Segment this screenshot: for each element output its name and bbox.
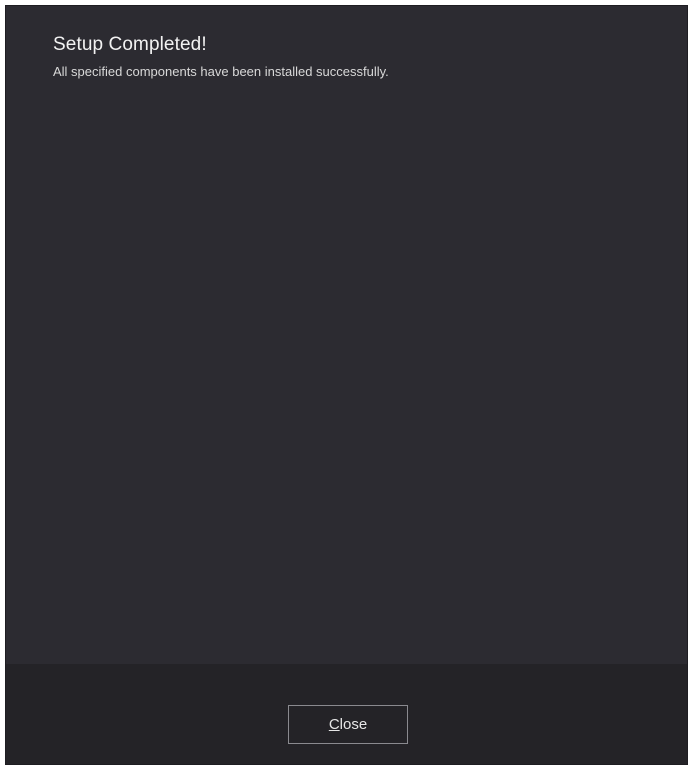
setup-dialog-window: Setup Completed! All specified component… <box>5 5 688 765</box>
setup-subtitle: All specified components have been insta… <box>53 64 389 79</box>
close-button-label: lose <box>339 716 368 733</box>
setup-title: Setup Completed! <box>53 34 207 55</box>
setup-content-area: Setup Completed! All specified component… <box>6 6 687 664</box>
close-button-mnemonic: C <box>328 716 340 733</box>
close-button[interactable]: Close <box>288 705 408 744</box>
dialog-footer: Close <box>6 664 687 764</box>
